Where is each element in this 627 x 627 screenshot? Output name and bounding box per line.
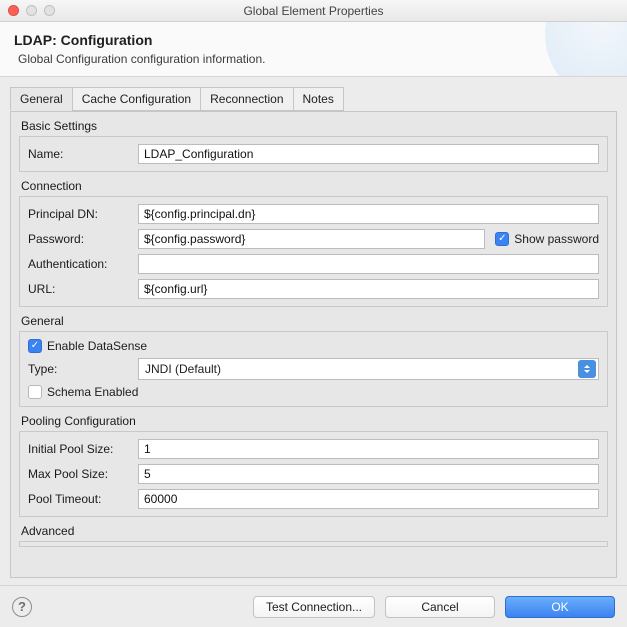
schema-enabled-label: Schema Enabled [47, 385, 138, 399]
url-field[interactable] [138, 279, 599, 299]
zoom-icon [44, 5, 55, 16]
principal-dn-field[interactable] [138, 204, 599, 224]
ok-button[interactable]: OK [505, 596, 615, 618]
show-password-checkbox[interactable]: ✓ Show password [495, 232, 599, 246]
close-icon[interactable] [8, 5, 19, 16]
group-label-connection: Connection [19, 179, 608, 193]
checkbox-icon: ✓ [28, 339, 42, 353]
group-pooling-configuration: Pooling Configuration Initial Pool Size:… [19, 414, 608, 517]
minimize-icon [26, 5, 37, 16]
help-icon[interactable]: ? [12, 597, 32, 617]
group-body-basic: Name: [19, 136, 608, 172]
pool-timeout-label: Pool Timeout: [28, 492, 134, 506]
group-body-connection: Principal DN: Password: ✓ Show password … [19, 196, 608, 307]
url-label: URL: [28, 282, 134, 296]
tab-reconnection[interactable]: Reconnection [200, 87, 293, 111]
password-label: Password: [28, 232, 134, 246]
cancel-button[interactable]: Cancel [385, 596, 495, 618]
type-select[interactable]: JNDI (Default) [138, 358, 599, 380]
name-field[interactable] [138, 144, 599, 164]
max-pool-size-label: Max Pool Size: [28, 467, 134, 481]
pool-timeout-field[interactable] [138, 489, 599, 509]
tab-cache-configuration[interactable]: Cache Configuration [72, 87, 201, 111]
password-field[interactable] [138, 229, 485, 249]
window-controls [8, 5, 55, 16]
header-decoration [545, 22, 627, 77]
group-body-general: ✓ Enable DataSense Type: JNDI (Default) [19, 331, 608, 407]
enable-datasense-checkbox[interactable]: ✓ Enable DataSense [28, 339, 147, 353]
content-area: General Cache Configuration Reconnection… [0, 77, 627, 578]
page-title: LDAP: Configuration [14, 32, 613, 48]
titlebar: Global Element Properties [0, 0, 627, 22]
max-pool-size-field[interactable] [138, 464, 599, 484]
principal-dn-label: Principal DN: [28, 207, 134, 221]
show-password-label: Show password [514, 232, 599, 246]
page-subtitle: Global Configuration configuration infor… [18, 52, 613, 66]
dialog-header: LDAP: Configuration Global Configuration… [0, 22, 627, 77]
type-select-value: JNDI (Default) [145, 362, 221, 376]
group-label-general: General [19, 314, 608, 328]
group-label-basic: Basic Settings [19, 119, 608, 133]
group-label-pooling: Pooling Configuration [19, 414, 608, 428]
tab-general[interactable]: General [10, 87, 73, 111]
initial-pool-size-field[interactable] [138, 439, 599, 459]
type-label: Type: [28, 362, 134, 376]
group-basic-settings: Basic Settings Name: [19, 119, 608, 172]
test-connection-button[interactable]: Test Connection... [253, 596, 375, 618]
group-body-advanced [19, 541, 608, 547]
window-title: Global Element Properties [243, 4, 383, 18]
name-label: Name: [28, 147, 134, 161]
tab-panel-general: Basic Settings Name: Connection Principa… [10, 111, 617, 578]
group-advanced: Advanced [19, 524, 608, 547]
group-connection: Connection Principal DN: Password: ✓ Sho… [19, 179, 608, 307]
chevron-updown-icon [578, 360, 596, 378]
authentication-field[interactable] [138, 254, 599, 274]
dialog-footer: ? Test Connection... Cancel OK [0, 585, 627, 627]
tab-notes[interactable]: Notes [293, 87, 344, 111]
group-general: General ✓ Enable DataSense Type: JNDI (D… [19, 314, 608, 407]
group-label-advanced: Advanced [19, 524, 608, 538]
checkbox-icon [28, 385, 42, 399]
enable-datasense-label: Enable DataSense [47, 339, 147, 353]
authentication-label: Authentication: [28, 257, 134, 271]
group-body-pooling: Initial Pool Size: Max Pool Size: Pool T… [19, 431, 608, 517]
schema-enabled-checkbox[interactable]: Schema Enabled [28, 385, 138, 399]
initial-pool-size-label: Initial Pool Size: [28, 442, 134, 456]
checkbox-icon: ✓ [495, 232, 509, 246]
tab-bar: General Cache Configuration Reconnection… [10, 87, 617, 112]
